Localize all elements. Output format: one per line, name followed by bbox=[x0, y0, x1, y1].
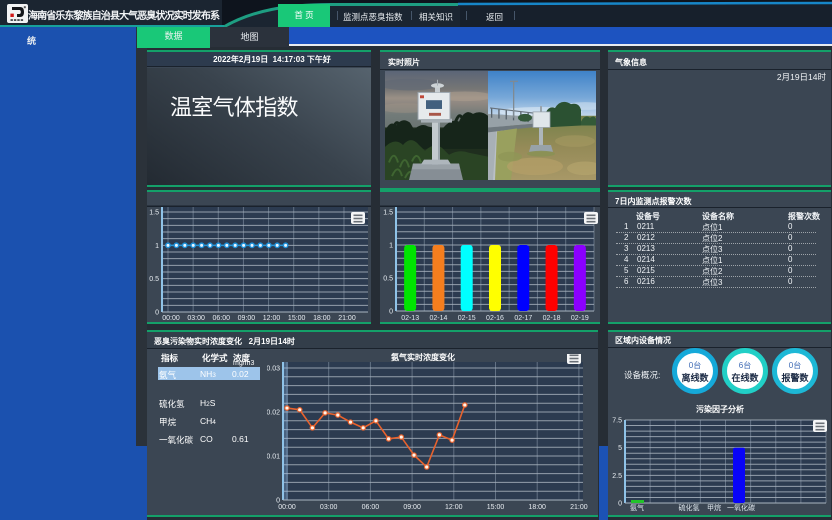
svg-text:1: 1 bbox=[389, 243, 393, 250]
svg-text:0: 0 bbox=[618, 501, 622, 508]
svg-text:02-15: 02-15 bbox=[458, 315, 476, 322]
svg-text:0.5: 0.5 bbox=[383, 276, 393, 283]
svg-text:0.01: 0.01 bbox=[267, 454, 280, 461]
svg-text:02-16: 02-16 bbox=[486, 315, 504, 322]
svg-text:03:00: 03:00 bbox=[187, 315, 205, 322]
svg-text:12:00: 12:00 bbox=[445, 504, 463, 511]
svg-text:02-13: 02-13 bbox=[401, 315, 419, 322]
svg-text:18:00: 18:00 bbox=[528, 504, 546, 511]
svg-text:5: 5 bbox=[618, 445, 622, 452]
svg-text:1: 1 bbox=[155, 243, 159, 250]
svg-text:02-17: 02-17 bbox=[514, 315, 532, 322]
svg-text:00:00: 00:00 bbox=[162, 315, 180, 322]
svg-text:06:00: 06:00 bbox=[213, 315, 231, 322]
svg-text:15:00: 15:00 bbox=[288, 315, 306, 322]
svg-text:00:00: 00:00 bbox=[278, 504, 296, 511]
svg-text:1.5: 1.5 bbox=[383, 210, 393, 217]
svg-text:1.5: 1.5 bbox=[149, 210, 159, 217]
svg-text:09:00: 09:00 bbox=[238, 315, 256, 322]
svg-text:甲烷: 甲烷 bbox=[707, 503, 721, 512]
svg-text:一氧化碳: 一氧化碳 bbox=[727, 503, 755, 512]
svg-text:21:00: 21:00 bbox=[570, 504, 588, 511]
svg-text:09:00: 09:00 bbox=[403, 504, 421, 511]
svg-text:06:00: 06:00 bbox=[362, 504, 380, 511]
svg-text:氨气: 氨气 bbox=[630, 503, 644, 512]
svg-text:18:00: 18:00 bbox=[313, 315, 331, 322]
svg-text:03:00: 03:00 bbox=[320, 504, 338, 511]
svg-text:02-19: 02-19 bbox=[571, 315, 589, 322]
svg-text:0.5: 0.5 bbox=[149, 276, 159, 283]
svg-text:21:00: 21:00 bbox=[338, 315, 356, 322]
svg-text:7.5: 7.5 bbox=[612, 417, 622, 424]
svg-text:02-18: 02-18 bbox=[543, 315, 561, 322]
svg-text:硫化氢: 硫化氢 bbox=[679, 503, 700, 512]
svg-text:0: 0 bbox=[155, 310, 159, 317]
svg-text:15:00: 15:00 bbox=[487, 504, 505, 511]
svg-text:02-14: 02-14 bbox=[429, 315, 447, 322]
svg-text:0: 0 bbox=[389, 309, 393, 316]
svg-text:2.5: 2.5 bbox=[612, 473, 622, 480]
svg-text:0.02: 0.02 bbox=[267, 410, 280, 417]
svg-text:0.03: 0.03 bbox=[267, 366, 280, 373]
svg-text:12:00: 12:00 bbox=[263, 315, 281, 322]
